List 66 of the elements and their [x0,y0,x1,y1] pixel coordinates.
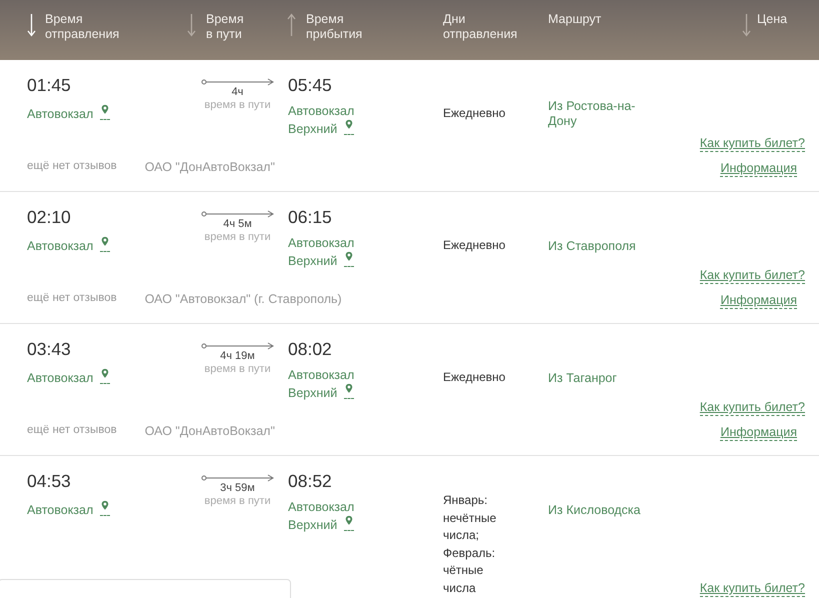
carrier-name: ОАО "ДонАвтоВокзал" [144,423,275,440]
station-link[interactable]: Автовокзал Верхний [288,368,370,401]
departure-days: Ежедневно [443,105,506,123]
column-header[interactable]: Время в пути [206,12,244,42]
sort-up-icon[interactable] [287,13,296,37]
departure-days: Январь: нечётные числа; Февраль: чётные числа [443,492,513,597]
sort-down-icon[interactable] [187,13,196,37]
map-pin-icon[interactable] [344,515,354,531]
duration-caption: время в пути [204,99,271,112]
how-to-buy-link[interactable]: Как купить билет? [700,581,805,597]
how-to-buy-link[interactable]: Как купить билет? [700,400,805,416]
route-link[interactable]: Из Таганрог [548,370,617,386]
sort-down-icon[interactable] [742,13,751,37]
map-pin-icon[interactable] [344,383,354,399]
how-to-buy-link[interactable]: Как купить билет? [700,136,805,152]
how-to-buy-link[interactable]: Как купить билет? [700,268,805,284]
column-header[interactable]: Время отправления [45,12,120,42]
departure-time: 02:10 [27,206,72,228]
route-link[interactable]: Из Ставрополя [548,238,636,254]
map-pin-icon[interactable] [100,104,110,120]
station-link[interactable]: Автовокзал [27,368,117,386]
info-link[interactable]: Информация [720,161,797,177]
reviews-text: ещё нет отзывов [27,159,117,174]
arrival-time: 08:52 [288,470,333,492]
departure-time: 04:53 [27,470,72,492]
duration: 4ч [232,86,244,99]
station-link[interactable]: Автовокзал [27,500,117,518]
map-pin-icon[interactable] [100,236,110,252]
carrier-name: ОАО "ДонАвтоВокзал" [144,159,275,176]
duration: 4ч 19м [220,350,255,363]
reviews-text: ещё нет отзывов [27,423,117,438]
departure-time: 03:43 [27,338,72,360]
arrow-icon [200,210,274,218]
duration: 3ч 59м [220,482,255,495]
station-link[interactable]: Автовокзал Верхний [288,236,370,269]
departure-days: Ежедневно [443,237,506,255]
info-link[interactable]: Информация [720,293,797,309]
duration-caption: время в пути [204,495,271,508]
arrival-time: 08:02 [288,338,333,360]
carrier-name: ОАО "Автовокзал" (г. Ставрополь) [144,291,342,308]
duration-caption: время в пути [204,363,271,376]
reviews-text: ещё нет отзывов [27,291,117,306]
departure-time: 01:45 [27,74,72,96]
station-link[interactable]: Автовокзал [27,236,117,254]
column-header[interactable]: Время прибытия [306,12,362,42]
departure-days: Ежедневно [443,369,506,387]
arrow-icon [200,342,274,350]
route-link[interactable]: Из Ростова-на-Дону [548,99,648,129]
duration-caption: время в пути [204,231,271,244]
map-pin-icon[interactable] [100,368,110,384]
column-header[interactable]: Маршрут [548,12,602,27]
map-pin-icon[interactable] [344,251,354,267]
info-link[interactable]: Информация [720,425,797,441]
arrow-icon [200,78,274,86]
column-header[interactable]: Дни отправления [443,12,518,42]
route-link[interactable]: Из Кисловодска [548,502,641,518]
map-pin-icon[interactable] [344,119,354,135]
arrival-time: 05:45 [288,74,333,96]
arrow-icon [200,474,274,482]
duration: 4ч 5м [223,218,252,231]
column-header[interactable]: Цена [757,12,788,37]
station-link[interactable]: Автовокзал Верхний [288,500,370,533]
station-link[interactable]: Автовокзал Верхний [288,104,370,137]
station-link[interactable]: Автовокзал [27,104,117,122]
map-pin-icon[interactable] [100,500,110,516]
arrival-time: 06:15 [288,206,333,228]
